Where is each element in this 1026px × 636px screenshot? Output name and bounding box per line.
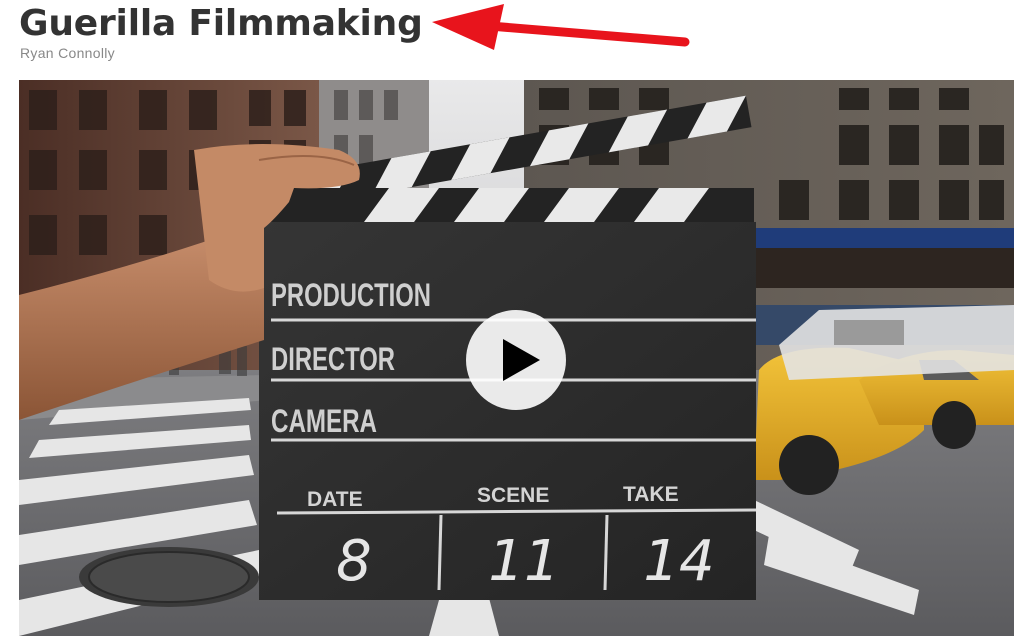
slate-col-take-header: TAKE [623, 483, 679, 506]
slate-row-production: PRODUCTION [271, 277, 431, 313]
slate-row-camera: CAMERA [271, 403, 377, 439]
play-icon [503, 339, 540, 381]
slate-col-date-header: DATE [307, 488, 363, 511]
slate-col-scene-header: SCENE [477, 484, 549, 507]
course-author[interactable]: Ryan Connolly [20, 45, 115, 61]
play-button[interactable] [466, 310, 566, 410]
slate-col-take-value: 14 [643, 529, 714, 594]
slate-row-director: DIRECTOR [271, 341, 395, 377]
slate-col-scene-value: 11 [488, 529, 559, 594]
video-player[interactable]: PRODUCTION DIRECTOR CAMERA DATE SCENE TA… [19, 80, 1014, 636]
annotation-arrow [432, 4, 690, 50]
slate-col-date-value: 8 [336, 529, 372, 594]
course-title: Guerilla Filmmaking [19, 3, 423, 44]
